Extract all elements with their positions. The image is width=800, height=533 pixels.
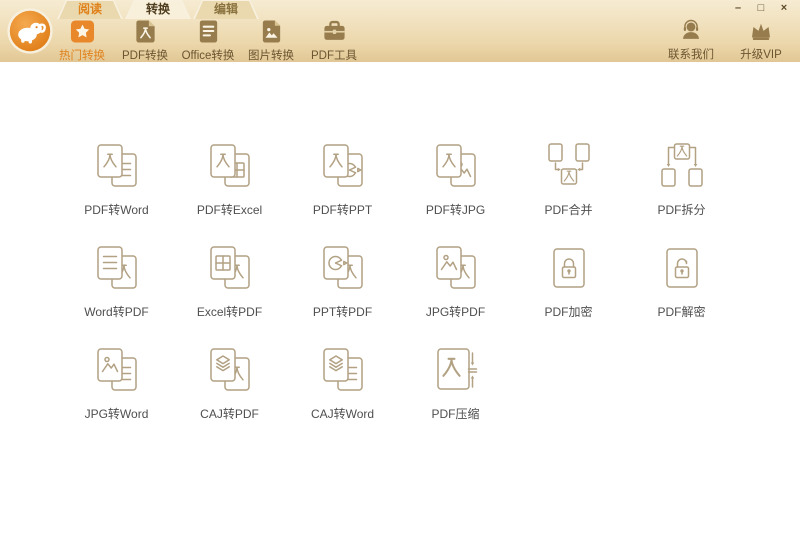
tab-label: 编辑 <box>213 2 238 16</box>
caj-to-pdf-icon <box>202 342 258 398</box>
toolbar-right: 联系我们 升级VIP <box>664 18 788 62</box>
grid-item-label: PDF拆分 <box>657 203 706 217</box>
grid-item-pdf-to-excel[interactable]: PDF转Excel <box>173 138 286 218</box>
window-controls: – □ × <box>730 2 792 16</box>
grid-item-label: PDF压缩 <box>431 407 480 421</box>
tab-label: 阅读 <box>77 2 102 16</box>
headset-icon <box>679 18 703 43</box>
grid-item-jpg-to-pdf[interactable]: JPG转PDF <box>399 240 512 320</box>
tab-read[interactable]: 阅读 <box>57 0 123 19</box>
pdf-compress-icon <box>428 342 484 398</box>
grid-item-label: CAJ转Word <box>310 407 375 421</box>
grid-item-pdf-split[interactable]: PDF拆分 <box>625 138 738 218</box>
toolbar-item-contact-us[interactable]: 联系我们 <box>664 18 718 62</box>
elephant-mascot-icon <box>7 8 53 58</box>
tab-label: 转换 <box>145 2 170 16</box>
grid-item-pdf-compress[interactable]: PDF压缩 <box>399 342 512 422</box>
grid-item-label: PDF解密 <box>657 305 706 319</box>
crown-icon <box>749 18 773 43</box>
pdf-decrypt-icon <box>654 240 710 296</box>
tab-convert[interactable]: 转换 <box>125 0 191 19</box>
pdf-split-icon <box>654 138 710 194</box>
star-icon <box>70 19 95 44</box>
grid-item-label: PDF转Excel <box>196 203 263 217</box>
grid-item-label: JPG转Word <box>84 407 149 421</box>
pdf-merge-icon <box>541 138 597 194</box>
pdf-document-icon <box>133 19 158 44</box>
pdf-to-excel-icon <box>202 138 258 194</box>
jpg-to-word-icon <box>89 342 145 398</box>
toolbar-item-label: Office转换 <box>181 50 235 62</box>
tab-edit[interactable]: 编辑 <box>193 0 259 19</box>
toolbar-left: 热门转换 PDF转换 Office转换 图片转换 PDF工具 <box>52 19 364 63</box>
tab-bar: 阅读 转换 编辑 <box>57 0 261 19</box>
toolbar-item-pdf-tools[interactable]: PDF工具 <box>304 19 364 63</box>
grid-item-excel-to-pdf[interactable]: Excel转PDF <box>173 240 286 320</box>
toolbar-item-label: 图片转换 <box>248 50 294 62</box>
grid-item-label: PDF加密 <box>544 305 593 319</box>
grid-item-word-to-pdf[interactable]: Word转PDF <box>60 240 173 320</box>
toolbar-item-hot-convert[interactable]: 热门转换 <box>52 19 112 63</box>
grid-item-pdf-to-word[interactable]: PDF转Word <box>60 138 173 218</box>
toolbar-item-label: PDF转换 <box>122 50 168 62</box>
toolbox-icon <box>322 19 347 44</box>
toolbar-item-label: 升级VIP <box>740 49 782 61</box>
excel-to-pdf-icon <box>202 240 258 296</box>
grid-item-label: PDF合并 <box>544 203 593 217</box>
close-button[interactable]: × <box>776 2 792 16</box>
jpg-to-pdf-icon <box>428 240 484 296</box>
grid-item-pdf-to-jpg[interactable]: PDF转JPG <box>399 138 512 218</box>
app-logo[interactable] <box>7 8 53 54</box>
maximize-button[interactable]: □ <box>753 2 769 16</box>
pdf-encrypt-icon <box>541 240 597 296</box>
office-document-icon <box>196 19 221 44</box>
caj-to-word-icon <box>315 342 371 398</box>
toolbar-item-label: PDF工具 <box>311 50 357 62</box>
header: 阅读 转换 编辑 – □ × 热门转换 PDF转换 Office转换 图片转换 … <box>0 0 800 63</box>
feature-grid: PDF转Word PDF转Excel PDF转PPT PDF转JPG PDF合并 PDF拆… <box>60 138 800 422</box>
grid-item-caj-to-word[interactable]: CAJ转Word <box>286 342 399 422</box>
word-to-pdf-icon <box>89 240 145 296</box>
grid-item-pdf-merge[interactable]: PDF合并 <box>512 138 625 218</box>
minimize-button[interactable]: – <box>730 2 746 16</box>
pdf-to-jpg-icon <box>428 138 484 194</box>
grid-item-pdf-encrypt[interactable]: PDF加密 <box>512 240 625 320</box>
pdf-to-ppt-icon <box>315 138 371 194</box>
grid-item-pdf-to-ppt[interactable]: PDF转PPT <box>286 138 399 218</box>
toolbar-item-office-convert[interactable]: Office转换 <box>178 19 238 63</box>
grid-item-jpg-to-word[interactable]: JPG转Word <box>60 342 173 422</box>
grid-item-label: PDF转PPT <box>312 203 373 217</box>
grid-item-label: Word转PDF <box>84 305 149 319</box>
toolbar-item-label: 热门转换 <box>59 50 105 62</box>
grid-item-label: CAJ转PDF <box>200 407 259 421</box>
pdf-to-word-icon <box>89 138 145 194</box>
grid-item-label: JPG转PDF <box>425 305 486 319</box>
toolbar-item-upgrade-vip[interactable]: 升级VIP <box>734 18 788 62</box>
grid-item-ppt-to-pdf[interactable]: PPT转PDF <box>286 240 399 320</box>
grid-item-caj-to-pdf[interactable]: CAJ转PDF <box>173 342 286 422</box>
grid-item-pdf-decrypt[interactable]: PDF解密 <box>625 240 738 320</box>
grid-item-label: PDF转Word <box>84 203 149 217</box>
toolbar-item-image-convert[interactable]: 图片转换 <box>241 19 301 63</box>
content-area: PDF转Word PDF转Excel PDF转PPT PDF转JPG PDF合并 PDF拆… <box>0 62 800 533</box>
grid-item-label: PPT转PDF <box>312 305 373 319</box>
toolbar-item-pdf-convert[interactable]: PDF转换 <box>115 19 175 63</box>
image-document-icon <box>259 19 284 44</box>
app-window: 阅读 转换 编辑 – □ × 热门转换 PDF转换 Office转换 图片转换 … <box>0 0 800 533</box>
grid-item-label: Excel转PDF <box>196 305 263 319</box>
toolbar-item-label: 联系我们 <box>668 49 714 61</box>
ppt-to-pdf-icon <box>315 240 371 296</box>
grid-item-label: PDF转JPG <box>425 203 486 217</box>
